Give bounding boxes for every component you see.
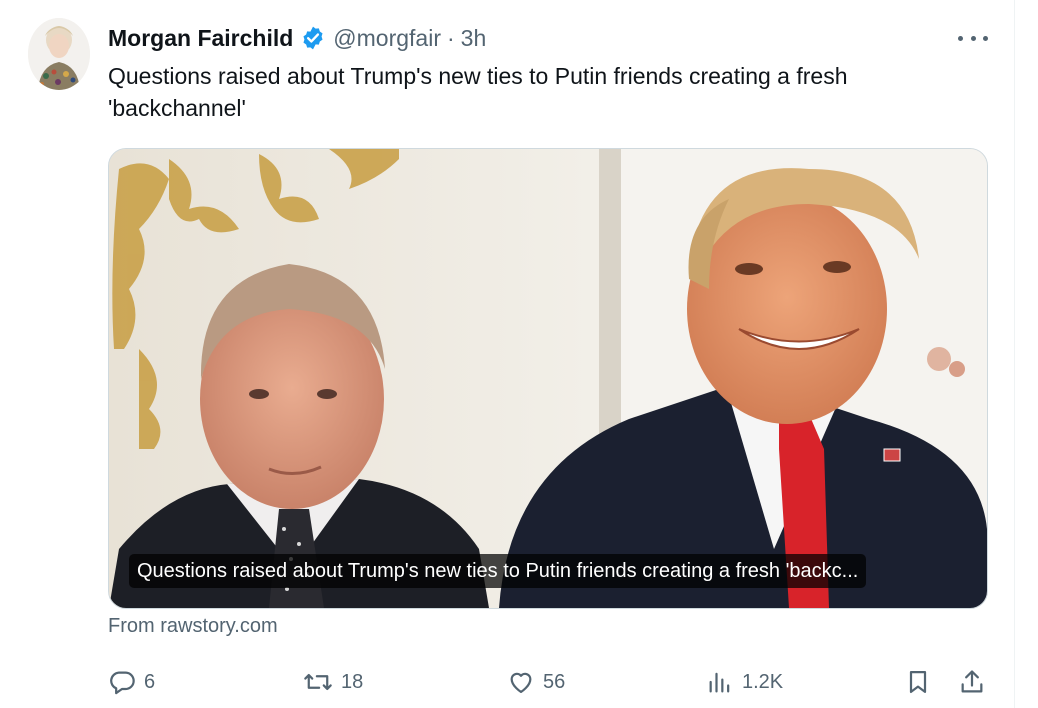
repost-count: 18 [341,670,364,693]
share-button[interactable] [958,664,986,700]
reply-button[interactable]: 6 [108,664,155,700]
repost-icon [303,668,333,696]
views-count: 1.2K [742,670,784,693]
tweet-text: Questions raised about Trump's new ties … [108,63,848,121]
reply-count: 6 [144,670,156,693]
verified-badge-icon [300,25,326,51]
tweet-header: Morgan Fairchild @morgfair · 3h [108,22,486,54]
avatar[interactable] [28,18,90,90]
timeline-divider [1014,0,1015,708]
link-card[interactable]: Questions raised about Trump's new ties … [108,148,988,609]
separator-dot: · [447,24,455,51]
bookmark-button[interactable] [904,664,932,700]
author-handle[interactable]: @morgfair [333,25,441,52]
share-icon [958,668,986,696]
card-image [109,149,987,608]
author-name[interactable]: Morgan Fairchild [108,25,293,52]
like-button[interactable]: 56 [507,664,565,700]
more-options-icon[interactable] [958,28,988,48]
tweet-timestamp[interactable]: 3h [461,25,487,52]
repost-button[interactable]: 18 [303,664,363,700]
views-icon [706,668,734,696]
like-count: 56 [543,670,566,693]
views-button[interactable]: 1.2K [706,664,783,700]
action-bar: 6 18 56 1.2K [108,664,988,700]
card-caption: Questions raised about Trump's new ties … [129,554,867,588]
like-icon [507,668,535,696]
bookmark-icon [904,668,932,696]
reply-icon [108,668,136,696]
card-source[interactable]: From rawstory.com [108,615,278,638]
